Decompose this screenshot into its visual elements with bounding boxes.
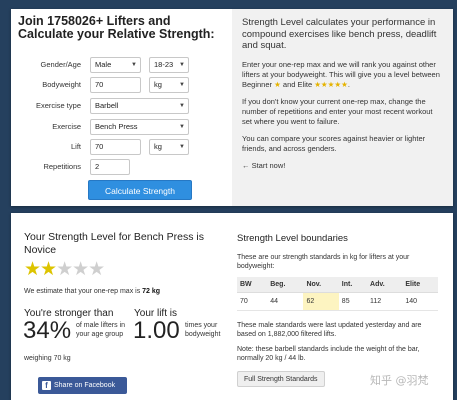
exercise-type-value: Barbell: [95, 101, 119, 110]
star-rating: ★★★★★: [24, 259, 105, 281]
table-cell: 85: [338, 292, 368, 311]
lift-unit-select[interactable]: kg ▼: [149, 139, 189, 155]
full-strength-standards-button[interactable]: Full Strength Standards: [237, 371, 325, 387]
table-row: 70 44 62 85 112 140: [237, 292, 438, 311]
form-title: Join 1758026+ Lifters and Calculate your…: [18, 14, 215, 41]
lift-label: Lift: [70, 142, 81, 151]
repetitions-row: Repetitions 2: [11, 159, 231, 176]
estimate-prefix: We estimate that your one-rep max is: [24, 288, 143, 295]
repetitions-label: Repetitions: [43, 162, 81, 171]
star-icon: ★: [274, 79, 281, 89]
gender-age-label: Gender/Age: [40, 60, 81, 69]
bodyweight-value: 70: [95, 80, 104, 89]
table-header: Nov.: [303, 277, 339, 293]
bodyweight-unit-select[interactable]: kg ▼: [149, 77, 189, 93]
strength-boundaries: Strength Level boundaries These are our …: [237, 233, 442, 387]
boundaries-note-updated: These male standards were last updated y…: [237, 322, 422, 338]
boundaries-desc: These are our strength standards in kg f…: [237, 254, 410, 270]
repetitions-input[interactable]: 2: [90, 159, 130, 175]
lift-input[interactable]: 70: [90, 139, 141, 155]
table-cell: 70: [237, 292, 268, 311]
bodyweight-label: Bodyweight: [42, 80, 81, 89]
calculate-strength-button[interactable]: Calculate Strength: [88, 180, 192, 200]
lift-unit-value: kg: [154, 142, 162, 151]
table-cell-highlighted: 62: [303, 292, 339, 311]
gender-select[interactable]: Male ▼: [90, 57, 141, 73]
exercise-value: Bench Press: [95, 122, 138, 131]
share-facebook-button[interactable]: f Share on Facebook: [38, 377, 127, 394]
info-paragraph-levels: Enter your one-rep max and we will rank …: [242, 60, 443, 90]
chevron-down-icon: ▼: [179, 82, 185, 88]
result-title: Your Strength Level for Bench Press is N…: [24, 231, 204, 256]
chevron-down-icon: ▼: [179, 103, 185, 109]
table-header: Adv.: [367, 277, 403, 293]
empty-stars-icon: ★★★: [56, 259, 105, 280]
weighing-text: weighing 70 kg: [24, 355, 71, 362]
bodyweight-unit-value: kg: [154, 80, 162, 89]
table-cell: 112: [367, 292, 403, 311]
gender-value: Male: [95, 60, 112, 69]
bodyweight-row: Bodyweight 70 kg ▼: [11, 77, 231, 94]
start-now-link[interactable]: ← Start now!: [242, 161, 443, 171]
info-paragraph-compare: You can compare your scores against heav…: [242, 133, 426, 153]
gender-age-row: Gender/Age Male ▼ 18-23 ▼: [11, 57, 231, 74]
chevron-down-icon: ▼: [131, 62, 137, 68]
exercise-label: Exercise: [52, 122, 81, 131]
info-intro: Strength Level calculates your performan…: [242, 17, 437, 51]
lift-value: 70: [95, 142, 104, 151]
repetitions-value: 2: [95, 162, 100, 171]
calculator-form: Join 1758026+ Lifters and Calculate your…: [11, 9, 231, 206]
exercise-type-label: Exercise type: [35, 101, 81, 110]
info-panel: Strength Level calculates your performan…: [232, 9, 453, 206]
exercise-row: Exercise Bench Press ▼: [11, 119, 231, 136]
table-cell: 44: [267, 292, 304, 311]
boundaries-note-bar: Note: these barbell standards include th…: [237, 346, 420, 362]
exercise-type-row: Exercise type Barbell ▼: [11, 98, 231, 115]
chevron-down-icon: ▼: [179, 62, 185, 68]
exercise-type-select[interactable]: Barbell ▼: [90, 98, 189, 114]
stronger-percent: 34%: [23, 317, 72, 344]
exercise-select[interactable]: Bench Press ▼: [90, 119, 189, 135]
table-header: BW: [237, 277, 268, 293]
stars-icon: ★★★★★: [314, 79, 348, 89]
facebook-icon: f: [42, 381, 51, 390]
calculator-card: Join 1758026+ Lifters and Calculate your…: [11, 9, 453, 206]
table-header: Beg.: [267, 277, 304, 293]
bodyweight-multiple: 1.00: [133, 317, 180, 344]
one-rep-max-estimate: We estimate that your one-rep max is 72 …: [24, 288, 160, 295]
standards-table: BW Beg. Nov. Int. Adv. Elite 70 44 62 85…: [237, 277, 438, 311]
boundaries-title: Strength Level boundaries: [237, 233, 348, 244]
bodyweight-multiple-desc: times your bodyweight: [185, 322, 221, 338]
watermark: 知乎 @羽梵: [370, 374, 429, 387]
table-cell: 140: [402, 292, 438, 311]
table-header: Int.: [338, 277, 368, 293]
info-p1-c: .: [347, 79, 350, 89]
age-value: 18-23: [154, 60, 174, 69]
stronger-percent-desc: of male lifters in your age group: [76, 322, 126, 338]
table-header-row: BW Beg. Nov. Int. Adv. Elite: [237, 277, 438, 293]
share-facebook-label: Share on Facebook: [54, 382, 116, 389]
lift-row: Lift 70 kg ▼: [11, 139, 231, 156]
table-header: Elite: [402, 277, 438, 293]
info-paragraph-reps: If you don't know your current one-rep m…: [242, 96, 433, 126]
estimate-value: 72 kg: [142, 288, 161, 295]
filled-stars-icon: ★★: [24, 259, 57, 280]
bodyweight-input[interactable]: 70: [90, 77, 141, 93]
age-select[interactable]: 18-23 ▼: [149, 57, 189, 73]
chevron-down-icon: ▼: [179, 124, 185, 130]
chevron-down-icon: ▼: [179, 144, 185, 150]
info-p1-b: and Elite: [280, 79, 315, 89]
